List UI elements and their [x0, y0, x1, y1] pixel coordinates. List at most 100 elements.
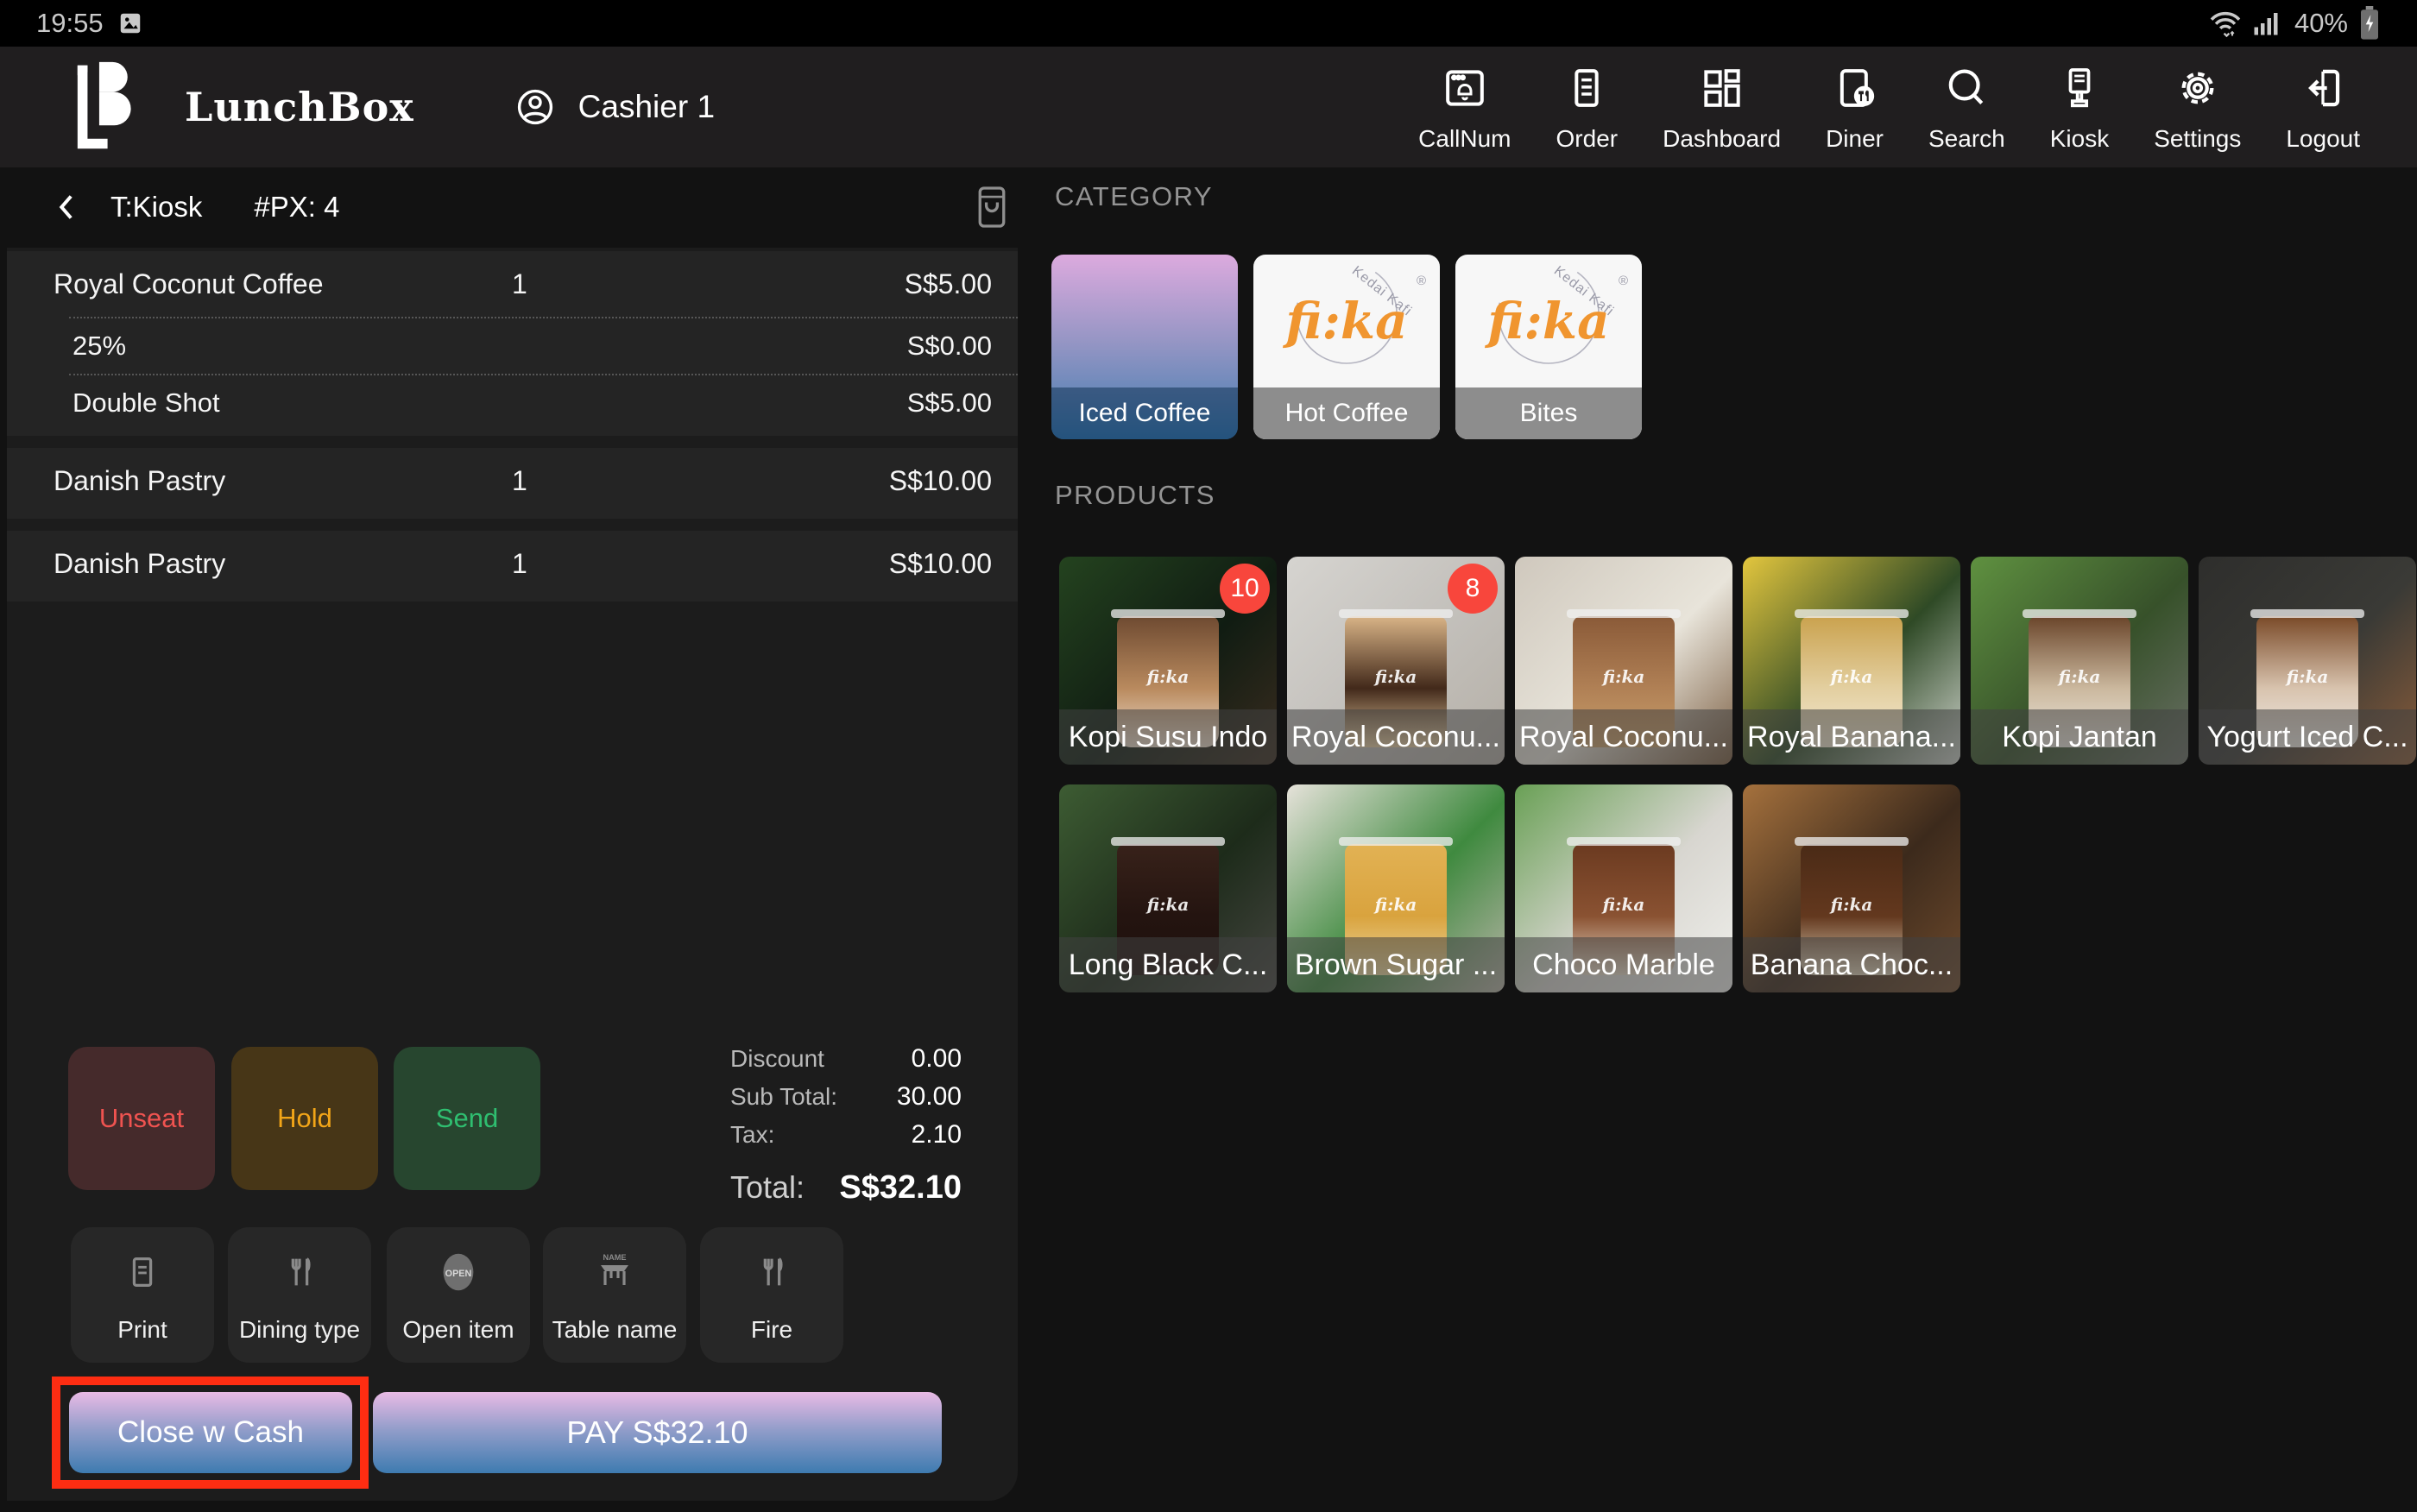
category-iced-coffee[interactable]: Iced Coffee: [1051, 255, 1238, 439]
product-name: Long Black C...: [1059, 937, 1277, 992]
category-section-label: CATEGORY: [1055, 181, 1214, 211]
item-name: 25%: [73, 331, 127, 361]
dashboard-icon: [1698, 61, 1746, 115]
order-header: T:Kiosk #PX: 4: [0, 167, 1018, 247]
nav-callnum[interactable]: CallNum: [1396, 61, 1533, 153]
wifi-icon: [2208, 9, 2243, 37]
product-card[interactable]: fi:ka Royal Coconu... 8: [1287, 557, 1505, 765]
print-icon: [123, 1250, 162, 1295]
close-with-cash-button[interactable]: Close w Cash: [69, 1392, 352, 1473]
fika-logo: fi:ka Kedai Kafi ®: [1455, 255, 1642, 387]
item-price: S$10.00: [888, 464, 992, 496]
order-line-item[interactable]: Danish Pastry 1 S$10.00: [7, 531, 1018, 596]
category-list: Iced Coffee fi:ka Kedai Kafi ® Hot Coffe…: [1051, 255, 1642, 439]
subtotal-label: Sub Total:: [730, 1083, 838, 1110]
open-item-icon: OPEN: [433, 1250, 483, 1295]
quantity-badge: 10: [1220, 564, 1270, 614]
total-label: Total:: [730, 1169, 805, 1205]
order-group: Danish Pastry 1 S$10.00: [7, 531, 1018, 602]
nav-settings[interactable]: Settings: [2131, 61, 2263, 153]
order-line-item[interactable]: Danish Pastry 1 S$10.00: [7, 448, 1018, 513]
order-group: Royal Coconut Coffee 1 S$5.00 25% S$0.00 Doub…: [7, 251, 1018, 436]
battery-percent: 40%: [2294, 8, 2348, 38]
totals-summary: Discount 0.00 Sub Total: 30.00 Tax: 2.10 To…: [730, 1040, 962, 1213]
order-panel: Royal Coconut Coffee 1 S$5.00 25% S$0.00 Doub…: [7, 248, 1018, 1501]
product-card[interactable]: fi:ka Choco Marble: [1515, 784, 1732, 992]
product-grid: fi:ka Kopi Susu Indo 10 fi:ka Royal Coco…: [1059, 557, 2417, 992]
product-card[interactable]: fi:ka Brown Sugar ...: [1287, 784, 1505, 992]
product-card[interactable]: fi:ka Kopi Susu Indo 10: [1059, 557, 1277, 765]
callnum-icon: [1441, 61, 1489, 115]
unseat-button[interactable]: Unseat: [68, 1047, 215, 1190]
product-name: Brown Sugar ...: [1287, 937, 1505, 992]
product-card[interactable]: fi:ka Long Black C...: [1059, 784, 1277, 992]
category-label: Iced Coffee: [1051, 387, 1238, 439]
svg-text:NAME: NAME: [603, 1253, 626, 1262]
quantity-badge: 8: [1448, 564, 1498, 614]
tax-label: Tax:: [730, 1121, 775, 1148]
open-item-button[interactable]: OPEN Open item: [387, 1227, 530, 1363]
cashier-menu[interactable]: Cashier 1: [514, 86, 715, 128]
product-name: Kopi Jantan: [1971, 709, 2188, 765]
pay-button[interactable]: PAY S$32.10: [373, 1392, 942, 1473]
table-name-button[interactable]: NAME Table name: [543, 1227, 686, 1363]
item-price: S$10.00: [888, 547, 992, 579]
discount-label: Discount: [730, 1045, 824, 1072]
nav-label: Diner: [1826, 125, 1884, 152]
item-name: Danish Pastry: [54, 547, 226, 579]
product-card[interactable]: fi:ka Yogurt Iced C...: [2199, 557, 2416, 765]
item-qty: 1: [512, 464, 527, 496]
total-value: S$32.10: [839, 1169, 962, 1206]
tax-value: 2.10: [911, 1120, 962, 1149]
item-price: S$5.00: [904, 268, 992, 299]
nav-label: Settings: [2154, 125, 2242, 152]
tool-label: Print: [117, 1316, 167, 1343]
product-name: Royal Coconu...: [1515, 709, 1732, 765]
subtotal-value: 30.00: [896, 1082, 962, 1111]
tool-label: Dining type: [238, 1316, 361, 1343]
product-name: Banana Choc...: [1743, 937, 1960, 992]
table-label: T:Kiosk: [110, 191, 203, 223]
fire-icon: [752, 1250, 792, 1295]
nav-order[interactable]: Order: [1534, 61, 1641, 153]
category-bites[interactable]: fi:ka Kedai Kafi ® Bites: [1455, 255, 1642, 439]
nav-dashboard[interactable]: Dashboard: [1640, 61, 1803, 153]
item-price: S$5.00: [906, 387, 992, 418]
app-title: LunchBox: [185, 84, 414, 130]
nav-label: Kiosk: [2049, 125, 2110, 152]
tool-label: Table name: [552, 1316, 678, 1343]
nav-label: Order: [1556, 125, 1619, 152]
product-card[interactable]: fi:ka Royal Banana...: [1743, 557, 1960, 765]
photo-notification-icon: [117, 10, 143, 36]
hold-button[interactable]: Hold: [231, 1047, 378, 1190]
dining-type-button[interactable]: Dining type: [228, 1227, 371, 1363]
gear-icon: [2174, 61, 2222, 115]
product-card[interactable]: fi:ka Kopi Jantan: [1971, 557, 2188, 765]
category-hot-coffee[interactable]: fi:ka Kedai Kafi ® Hot Coffee: [1253, 255, 1440, 439]
order-line-item[interactable]: 25% S$0.00: [69, 317, 1018, 374]
tool-label: Fire: [750, 1316, 793, 1343]
lunchbox-logo-icon: [64, 59, 131, 155]
bag-icon[interactable]: [973, 183, 1011, 231]
nav-diner[interactable]: Diner: [1803, 61, 1906, 153]
item-name: Double Shot: [73, 387, 220, 418]
diner-icon: [1831, 61, 1879, 115]
clock: 19:55: [36, 8, 104, 38]
nav-items: CallNum Order Dashboard Diner Search Kio…: [1396, 61, 2417, 153]
back-button[interactable]: [50, 188, 85, 226]
item-name: Royal Coconut Coffee: [54, 268, 324, 299]
fire-button[interactable]: Fire: [700, 1227, 843, 1363]
order-line-item[interactable]: Royal Coconut Coffee 1 S$5.00: [7, 251, 1018, 317]
pos-app: 19:55 40% LunchBox Cashier 1 CallNum Ord…: [0, 0, 2417, 1512]
product-card[interactable]: fi:ka Banana Choc...: [1743, 784, 1960, 992]
nav-logout[interactable]: Logout: [2263, 61, 2382, 153]
product-card[interactable]: fi:ka Royal Coconu...: [1515, 557, 1732, 765]
nav-search[interactable]: Search: [1906, 61, 2028, 153]
order-line-item[interactable]: Double Shot S$5.00: [69, 374, 1018, 431]
nav-kiosk[interactable]: Kiosk: [2028, 61, 2131, 153]
pax-label: #PX: 4: [254, 191, 340, 223]
print-button[interactable]: Print: [71, 1227, 214, 1363]
item-qty: 1: [512, 268, 527, 299]
product-name: Yogurt Iced C...: [2199, 709, 2416, 765]
send-button[interactable]: Send: [394, 1047, 540, 1190]
